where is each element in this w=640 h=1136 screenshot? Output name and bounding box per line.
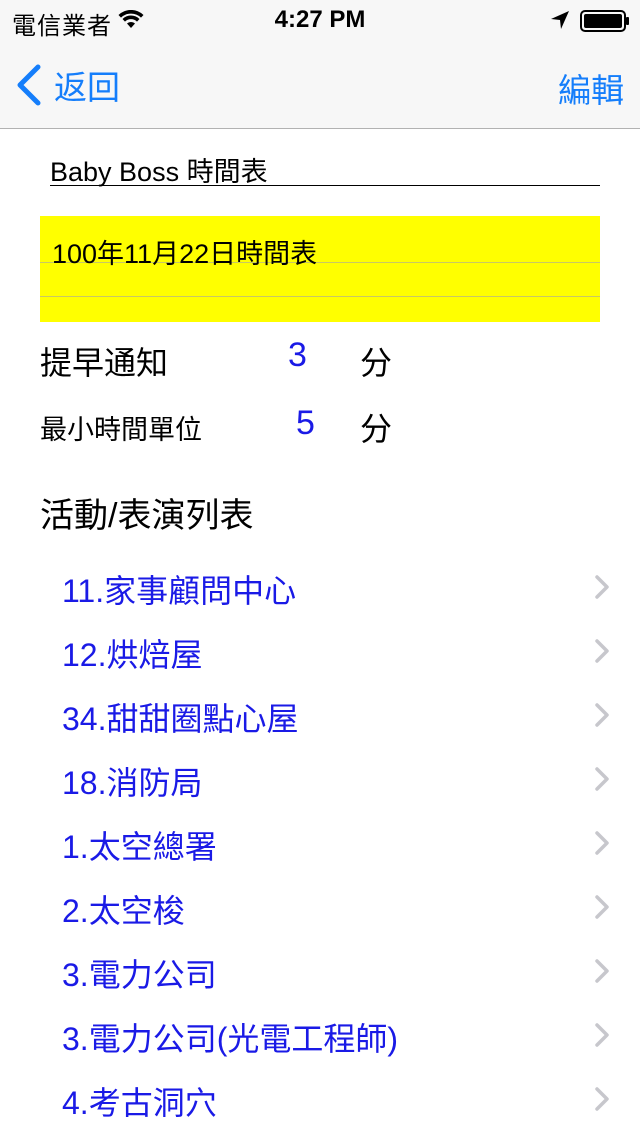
list-item[interactable]: 12.烘焙屋 bbox=[0, 618, 640, 682]
navigation-bar: 返回 編輯 bbox=[0, 40, 640, 129]
chevron-right-icon bbox=[595, 831, 609, 855]
list-item[interactable]: 4.考古洞穴 bbox=[0, 1066, 640, 1130]
chevron-right-icon bbox=[595, 639, 609, 663]
list-item-label: 18.消防局 bbox=[62, 765, 203, 801]
chevron-right-icon bbox=[595, 703, 609, 727]
chevron-right-icon bbox=[595, 767, 609, 791]
back-button[interactable]: 返回 bbox=[14, 62, 120, 108]
list-item-label: 34.甜甜圈點心屋 bbox=[62, 701, 299, 737]
list-item[interactable]: 18.消防局 bbox=[0, 746, 640, 810]
list-item[interactable]: 11.家事顧問中心 bbox=[0, 554, 640, 618]
list-item[interactable]: 3.電力公司(光電工程師) bbox=[0, 1002, 640, 1066]
activity-list-heading: 活動/表演列表 bbox=[40, 497, 254, 535]
chevron-right-icon bbox=[595, 1023, 609, 1047]
list-item-label: 11.家事顧問中心 bbox=[62, 573, 297, 609]
list-item-label: 3.電力公司 bbox=[62, 957, 217, 993]
battery-icon bbox=[580, 10, 629, 32]
list-item[interactable]: 3.電力公司 bbox=[0, 938, 640, 1002]
advance-notice-unit: 分 bbox=[360, 345, 393, 381]
chevron-right-icon bbox=[595, 575, 609, 599]
min-time-unit-value[interactable]: 5 bbox=[296, 404, 315, 443]
chevron-right-icon bbox=[595, 895, 609, 919]
list-item-label: 3.電力公司(光電工程師) bbox=[62, 1021, 399, 1057]
list-item-label: 4.考古洞穴 bbox=[62, 1085, 217, 1121]
schedule-note-box[interactable]: 100年11月22日時間表 bbox=[40, 216, 600, 322]
schedule-title-field[interactable]: Baby Boss 時間表 bbox=[50, 152, 600, 187]
advance-notice-label: 提早通知 bbox=[40, 345, 169, 381]
schedule-note-text: 100年11月22日時間表 bbox=[52, 239, 318, 269]
chevron-left-icon bbox=[17, 64, 41, 106]
min-time-unit-unit: 分 bbox=[360, 411, 393, 447]
edit-button[interactable]: 編輯 bbox=[558, 64, 624, 112]
advance-notice-value[interactable]: 3 bbox=[288, 336, 307, 375]
activity-list: 11.家事顧問中心 12.烘焙屋 34.甜甜圈點心屋 18.消防局 1.太空總署… bbox=[0, 554, 640, 1130]
list-item[interactable]: 34.甜甜圈點心屋 bbox=[0, 682, 640, 746]
status-bar: 電信業者 4:27 PM bbox=[0, 0, 640, 40]
note-ruled-line bbox=[40, 296, 600, 297]
list-item-label: 1.太空總署 bbox=[62, 829, 217, 865]
list-item[interactable]: 1.太空總署 bbox=[0, 810, 640, 874]
status-time: 4:27 PM bbox=[274, 6, 366, 33]
list-item-label: 12.烘焙屋 bbox=[62, 637, 203, 673]
location-arrow-icon bbox=[551, 11, 569, 29]
chevron-right-icon bbox=[595, 959, 609, 983]
back-button-label: 返回 bbox=[54, 69, 120, 106]
chevron-right-icon bbox=[595, 1087, 609, 1111]
list-item-label: 2.太空梭 bbox=[62, 893, 185, 929]
list-item[interactable]: 2.太空梭 bbox=[0, 874, 640, 938]
min-time-unit-label: 最小時間單位 bbox=[40, 415, 202, 445]
